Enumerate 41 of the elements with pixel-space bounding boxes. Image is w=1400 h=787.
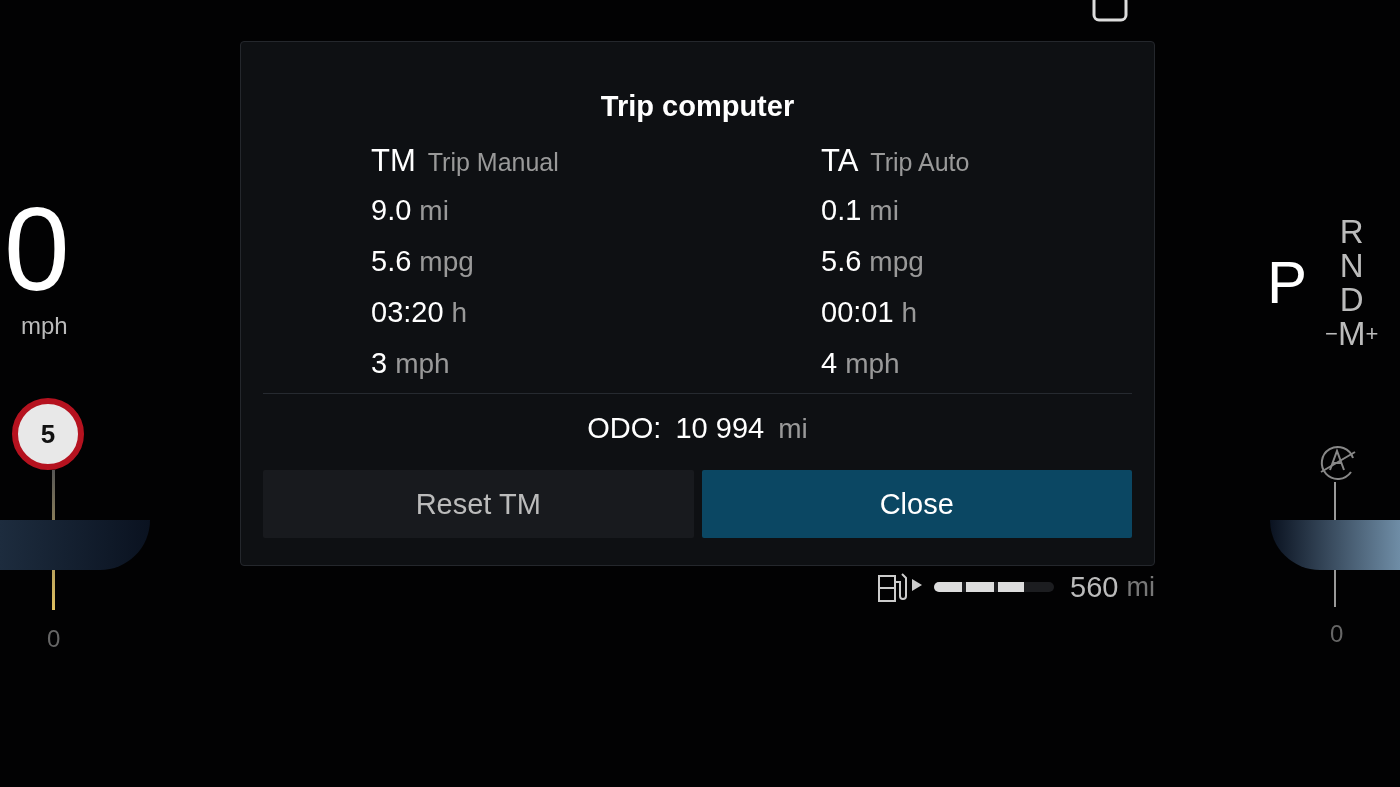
trip-unit: h xyxy=(451,296,468,329)
trip-unit: h xyxy=(901,296,918,329)
trip-value: 5.6 xyxy=(371,245,412,278)
trip-value: 03:20 xyxy=(371,296,444,329)
trip-value: 5.6 xyxy=(821,245,862,278)
odometer-value: 10 994 xyxy=(675,412,765,445)
display-icon xyxy=(1090,0,1130,24)
trip-unit: mi xyxy=(419,194,449,227)
trip-name: Trip Auto xyxy=(870,148,970,177)
odometer-label: ODO: xyxy=(587,412,662,445)
trip-name: Trip Manual xyxy=(427,148,559,177)
gear-indicator: N xyxy=(1339,249,1364,283)
trip-unit: mph xyxy=(395,347,450,380)
trip-value: 9.0 xyxy=(371,194,412,227)
reset-button[interactable]: Reset TM xyxy=(263,470,694,538)
fuel-range-unit: mi xyxy=(1126,571,1155,603)
close-button[interactable]: Close xyxy=(701,470,1132,538)
speed-limit-sign: 5 xyxy=(12,398,84,470)
speed-unit: mph xyxy=(21,312,68,340)
manual-gear: M xyxy=(1337,316,1366,351)
scale-label: 0 xyxy=(1330,620,1344,648)
speed-value: 0 xyxy=(4,190,70,308)
trip-value: 3 xyxy=(371,347,388,380)
odometer-unit: mi xyxy=(778,413,808,445)
gear-indicator: R xyxy=(1339,215,1364,249)
trip-code: TA xyxy=(821,143,859,179)
trip-unit: mi xyxy=(869,194,899,227)
gear-plus: + xyxy=(1365,320,1379,347)
fuel-range: 560 xyxy=(1070,570,1119,604)
trip-code: TM xyxy=(371,143,416,179)
gear-indicator: D xyxy=(1339,282,1364,317)
trip-value: 0.1 xyxy=(821,194,862,227)
gear-indicator: P xyxy=(1267,248,1308,318)
trip-unit: mph xyxy=(845,347,900,380)
trip-unit: mpg xyxy=(869,245,924,278)
gear-minus: − xyxy=(1325,320,1338,347)
trip-value: 00:01 xyxy=(821,296,894,329)
dialog-title: Trip computer xyxy=(599,90,796,123)
trip-value: 4 xyxy=(821,347,838,380)
scale-label: 0 xyxy=(47,625,61,653)
trip-unit: mpg xyxy=(419,245,474,278)
